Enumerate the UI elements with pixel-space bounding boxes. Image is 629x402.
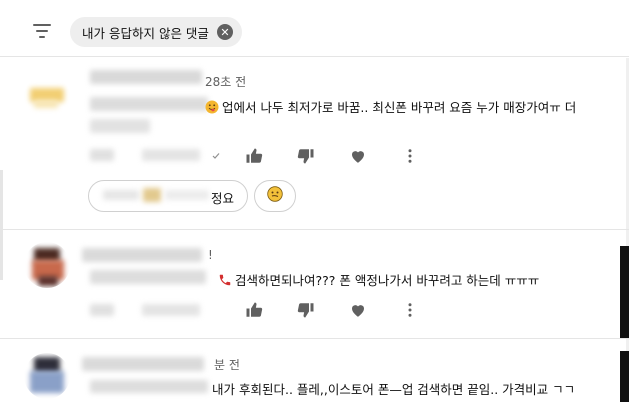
face-with-tongue-icon [205, 100, 219, 117]
author-name-redacted [82, 248, 202, 262]
avatar[interactable] [24, 242, 70, 288]
comment-actions [212, 298, 436, 322]
like-icon[interactable] [228, 298, 280, 322]
comment-item: 분 전 내가 후회된다.. 플레,,이스토어 폰—업 검색하면 끝임.. 가격비… [0, 339, 629, 402]
scroll-thumb[interactable] [620, 351, 629, 402]
more-options-icon[interactable] [384, 144, 436, 168]
more-options-icon[interactable] [384, 298, 436, 322]
filter-chip-unreplied[interactable]: 내가 응답하지 않은 댓글 ✕ [70, 17, 242, 47]
telephone-receiver-icon [218, 273, 232, 290]
filter-sort-icon[interactable] [33, 24, 51, 38]
comment-time: 분 전 [214, 358, 240, 372]
comment-actions [212, 144, 436, 168]
reply-button[interactable]: 정요 [88, 180, 248, 212]
heart-icon[interactable] [332, 144, 384, 168]
smiley-icon [267, 186, 283, 206]
filter-bar: 내가 응답하지 않은 댓글 ✕ [0, 0, 629, 57]
dislike-icon[interactable] [280, 144, 332, 168]
scroll-thumb[interactable] [620, 246, 629, 338]
comment-text: 내가 후회된다.. 플레,,이스토어 폰—업 검색하면 끝임.. 가격비교 ㄱㄱ [212, 382, 576, 397]
reply-label: 정요 [211, 191, 235, 206]
dislike-icon[interactable] [280, 298, 332, 322]
comment-item: 28초 전 업에서 나두 최저가로 바꿈.. 최신폰 바꾸려 요즘 누가 매장가… [0, 57, 629, 229]
heart-check-icon[interactable] [212, 144, 228, 168]
like-icon[interactable] [228, 144, 280, 168]
comment-time: 28초 전 [205, 75, 247, 89]
comment-text: 업에서 나두 최저가로 바꿈.. 최신폰 바꾸려 요즘 누가 매장가여ㅠ 더 [205, 97, 576, 117]
reply-redacted [142, 304, 200, 316]
comment-text-redacted [90, 380, 208, 393]
comment-text-redacted [90, 270, 206, 284]
comment-body: 업에서 나두 최저가로 바꿈.. 최신폰 바꾸려 요즘 누가 매장가여ㅠ 더 [222, 100, 577, 115]
like-count-redacted [90, 304, 114, 316]
reply-redacted [142, 149, 200, 161]
filter-chip-label: 내가 응답하지 않은 댓글 [82, 25, 209, 41]
comment-text-redacted [90, 119, 150, 133]
comment-body: 검색하면되나여??? 폰 액정나가서 바꾸려고 하는데 ㅠㅠㅠ [235, 273, 540, 288]
comment-time: ! [208, 248, 213, 262]
like-count-redacted [90, 149, 114, 161]
avatar[interactable] [24, 74, 70, 120]
heart-check-icon[interactable] [212, 298, 228, 322]
heart-icon[interactable] [332, 298, 384, 322]
emoji-reaction-button[interactable] [254, 180, 296, 212]
author-name-redacted [82, 357, 204, 371]
avatar[interactable] [24, 353, 70, 399]
author-name-redacted [90, 70, 202, 84]
close-icon[interactable]: ✕ [216, 24, 233, 40]
comment-item: ! 검색하면되나여??? 폰 액정나가서 바꾸려고 하는데 ㅠㅠㅠ [0, 230, 629, 338]
comment-text: 검색하면되나여??? 폰 액정나가서 바꾸려고 하는데 ㅠㅠㅠ [218, 270, 539, 290]
comment-text-redacted [90, 97, 208, 111]
